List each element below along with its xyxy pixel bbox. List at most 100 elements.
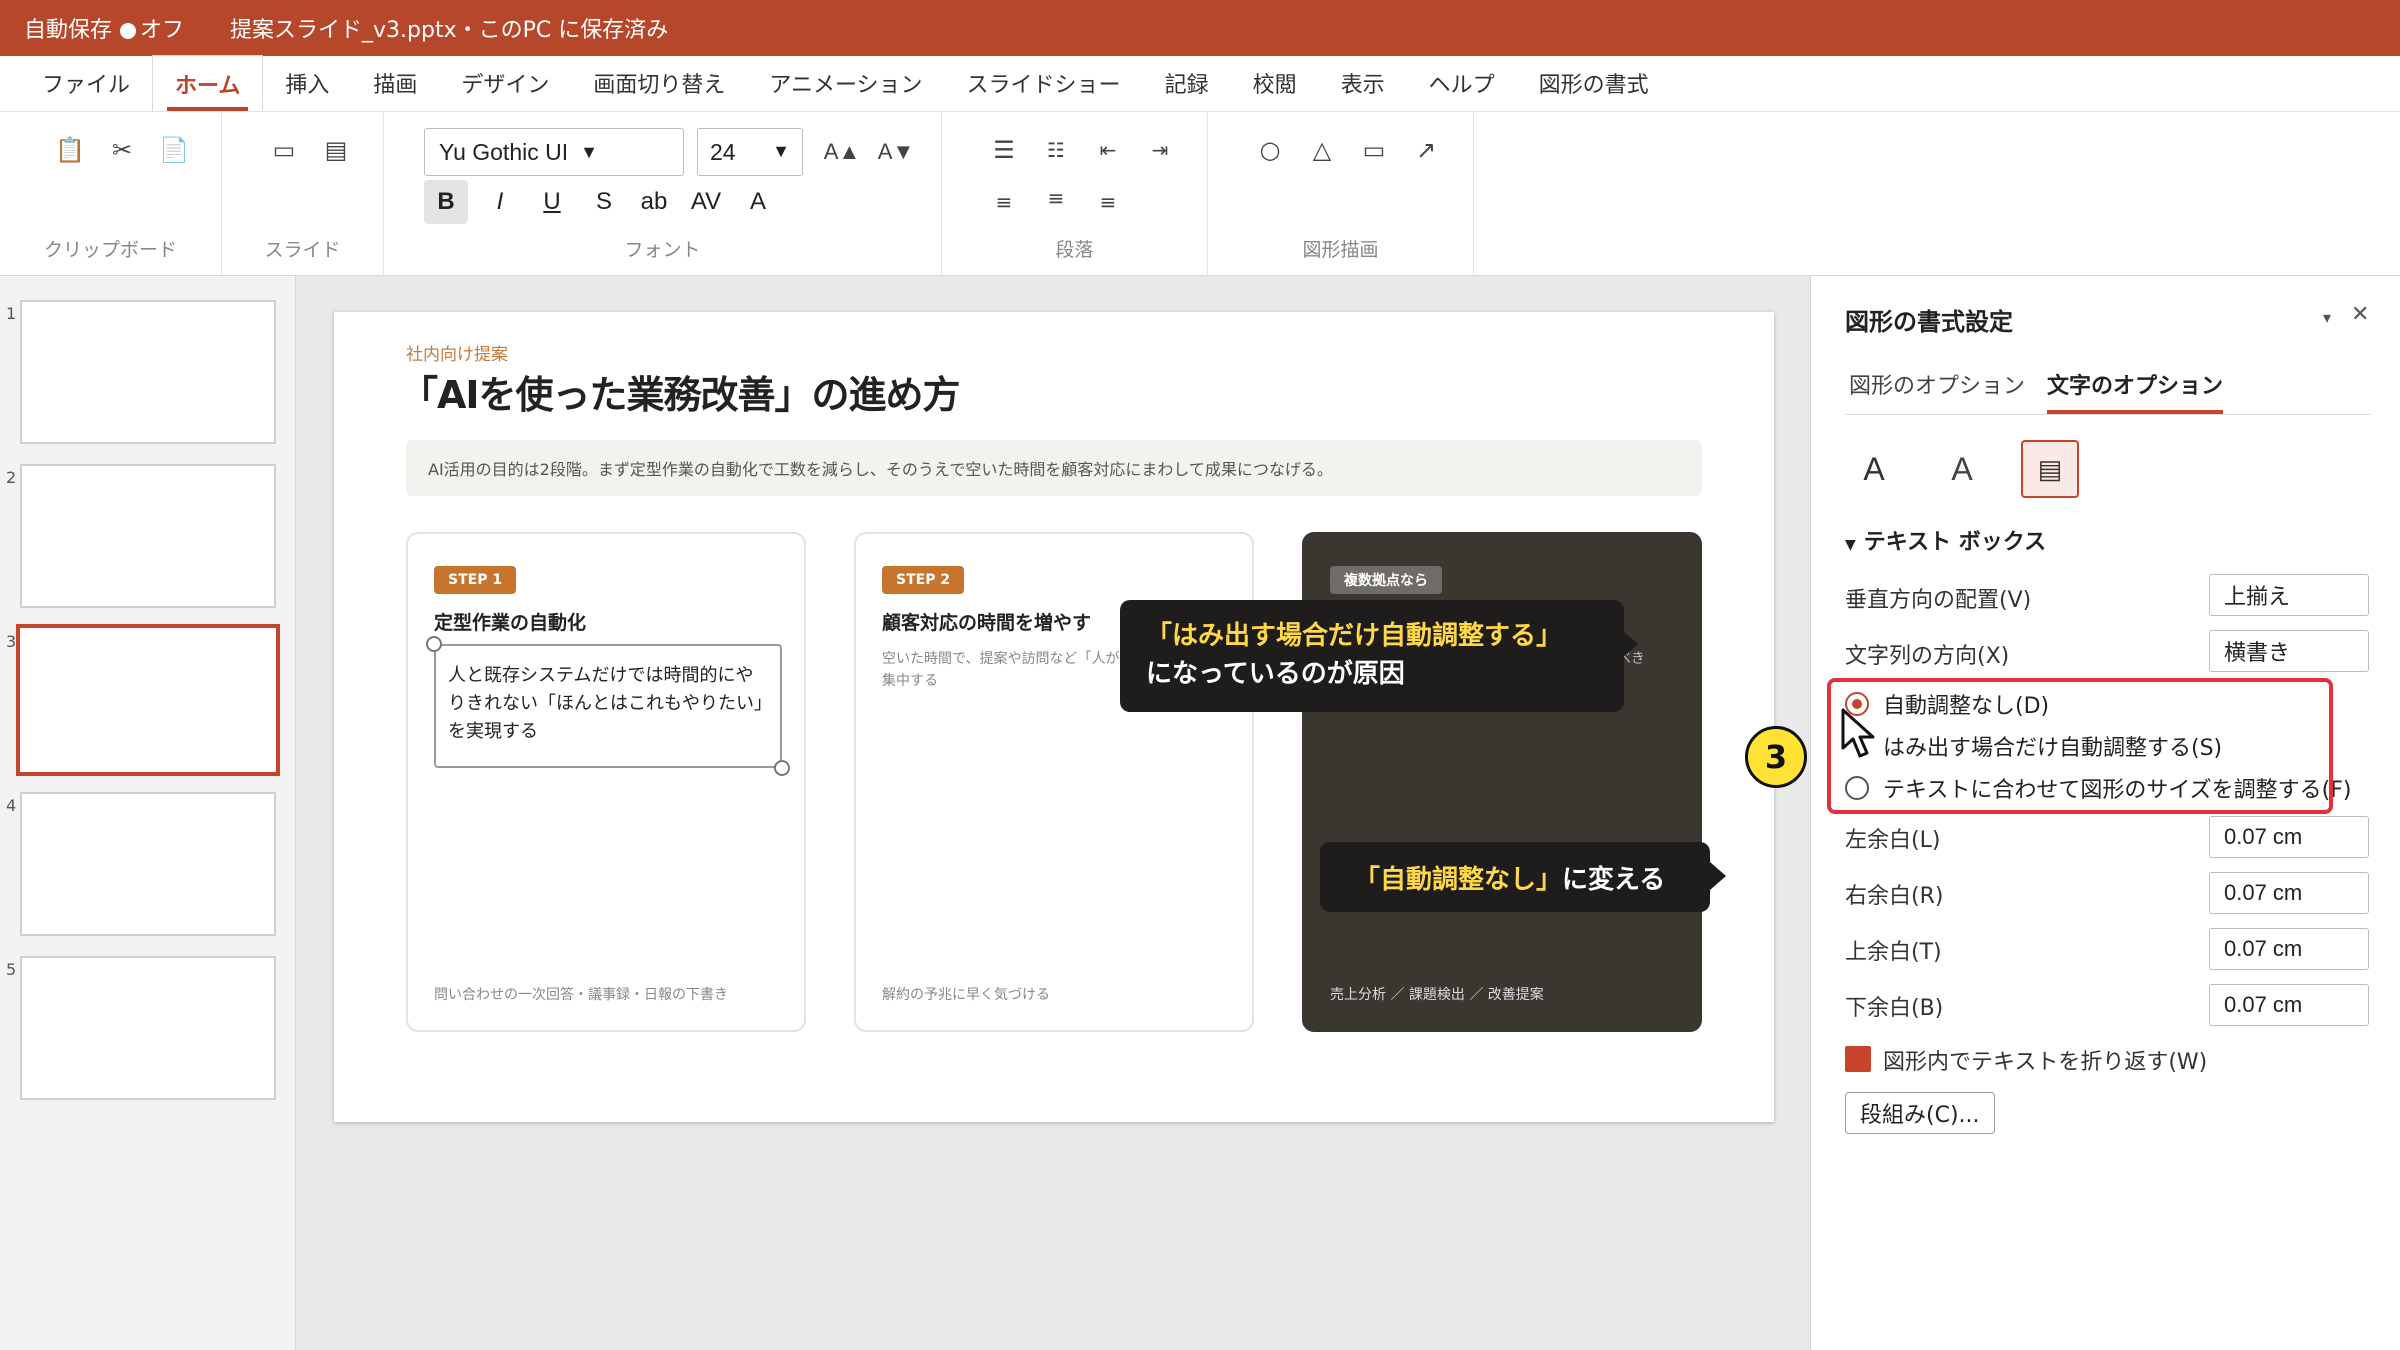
vertical-align-label: 垂直方向の配置(V) [1845, 588, 2032, 613]
bold-button[interactable]: B [424, 180, 468, 224]
textbox-icon[interactable]: ▤ [2021, 440, 2079, 498]
section-text-box[interactable]: ▼ テキスト ボックス [1845, 524, 2046, 556]
group-label-clipboard: クリップボード [43, 239, 177, 261]
title-bar: 自動保存 オフ 提案スライド_v3.pptx・このPC に保存済み [0, 0, 2400, 56]
paste-icon[interactable]: 📋 [50, 130, 90, 170]
margin-right-label: 右余白(R) [1845, 884, 1944, 909]
character-spacing-button[interactable]: AV [684, 180, 728, 224]
tab-draw[interactable]: 描画 [351, 55, 439, 111]
toggle-icon [120, 23, 137, 39]
tab-transitions[interactable]: 画面切り替え [571, 55, 747, 111]
document-title: 提案スライド_v3.pptx・このPC に保存済み [230, 18, 669, 43]
font-size-select[interactable]: 24 ▼ [697, 128, 803, 176]
font-color-button[interactable]: A [736, 180, 780, 224]
resize-handle[interactable] [426, 636, 442, 652]
text-effects-icon[interactable]: A [1933, 440, 1991, 498]
font-name-select[interactable]: Yu Gothic UI ▼ [424, 128, 684, 176]
text-direction-label: 文字列の方向(X) [1845, 644, 2010, 669]
slide-kicker: 社内向け提案 [406, 345, 508, 365]
group-drawing: ○ △ ▭ ↗ 図形描画 [1208, 112, 1474, 276]
step1-card[interactable]: STEP 1 定型作業の自動化 人と既存システムだけでは時間的にやりきれない「ほ… [406, 532, 806, 1032]
tab-shape-format[interactable]: 図形の書式 [1517, 55, 1671, 111]
step-badge: STEP 2 [882, 566, 965, 594]
thumbnail-number: 3 [6, 632, 17, 651]
card-title: 顧客対応の時間を増やす [882, 612, 1092, 634]
layout-icon[interactable]: ▤ [316, 130, 356, 170]
numbering-icon[interactable]: ☷ [1036, 130, 1076, 170]
card-footer: 問い合わせの一次回答・議事録・日報の下書き [434, 987, 728, 1003]
tab-file[interactable]: ファイル [20, 55, 152, 111]
group-slides: ▭ ▤ スライド [222, 112, 384, 276]
text-fill-icon[interactable]: A [1845, 440, 1903, 498]
slide-thumbnail[interactable] [20, 792, 276, 936]
decrease-indent-icon[interactable]: ⇤ [1088, 130, 1128, 170]
slide-thumbnail[interactable] [20, 956, 276, 1100]
grow-font-button[interactable]: A▲ [816, 132, 868, 172]
tab-home[interactable]: ホーム [152, 55, 264, 111]
ribbon: 📋 ✂ 📄 クリップボード ▭ ▤ スライド フォント Yu Gothic UI… [0, 112, 2400, 276]
tab-insert[interactable]: 挿入 [263, 55, 351, 111]
selected-text-box[interactable]: 人と既存システムだけでは時間的にやりきれない「ほんとはこれもやりたい」を実現する [434, 644, 782, 768]
tab-record[interactable]: 記録 [1143, 55, 1231, 111]
change-case-button[interactable]: ab [632, 180, 676, 224]
vertical-align-select[interactable]: 上揃え [2209, 574, 2369, 616]
thumbnail-number: 2 [6, 468, 17, 487]
resize-handle[interactable] [774, 760, 790, 776]
cut-icon[interactable]: ✂ [102, 130, 142, 170]
margin-right-input[interactable]: 0.07 cm [2209, 872, 2369, 914]
oval-shape-icon[interactable]: ○ [1250, 130, 1290, 170]
font-size-value: 24 [710, 138, 736, 165]
slide-thumbnail-pane: 1 2 3 4 5 [0, 276, 296, 1350]
align-center-icon[interactable]: ≡ [1036, 178, 1076, 218]
columns-button[interactable]: 段組み(C)... [1845, 1092, 1995, 1134]
tab-help[interactable]: ヘルプ [1407, 55, 1517, 111]
triangle-shape-icon[interactable]: △ [1302, 130, 1342, 170]
rectangle-shape-icon[interactable]: ▭ [1354, 130, 1394, 170]
pane-options-icon[interactable]: ▾ [2323, 308, 2331, 327]
slide-lead[interactable]: AI活用の目的は2段階。まず定型作業の自動化で工数を減らし、そのうえで空いた時間… [406, 440, 1702, 496]
mouse-cursor-icon [1841, 708, 1875, 758]
text-direction-select[interactable]: 横書き [2209, 630, 2369, 672]
tab-review[interactable]: 校閲 [1231, 55, 1319, 111]
tab-shape-options[interactable]: 図形のオプション [1849, 368, 2025, 410]
tab-view[interactable]: 表示 [1319, 55, 1407, 111]
tab-animations[interactable]: アニメーション [747, 55, 944, 111]
group-label-drawing: 図形描画 [1302, 239, 1379, 261]
arrow-shape-icon[interactable]: ↗ [1406, 130, 1446, 170]
margin-top-input[interactable]: 0.07 cm [2209, 928, 2369, 970]
card-description: 空いた時間で、提案や訪問など「人が集中する [882, 651, 1120, 690]
callout-text: になっているのが原因 [1146, 659, 1405, 689]
slide-thumbnail[interactable] [20, 464, 276, 608]
shrink-font-button[interactable]: A▼ [870, 132, 922, 172]
slide-title[interactable]: 「AIを使った業務改善」の進め方 [400, 364, 961, 419]
tab-text-options[interactable]: 文字のオプション [2047, 368, 2224, 414]
increase-indent-icon[interactable]: ⇥ [1140, 130, 1180, 170]
wrap-text-checkbox[interactable] [1845, 1046, 1871, 1072]
tab-design[interactable]: デザイン [439, 55, 571, 111]
slide[interactable]: 社内向け提案 「AIを使った業務改善」の進め方 AI活用の目的は2段階。まず定型… [334, 312, 1774, 1122]
align-left-icon[interactable]: ≡ [984, 182, 1024, 222]
strikethrough-button[interactable]: S [582, 180, 626, 224]
slide-thumbnail[interactable] [20, 300, 276, 444]
close-icon[interactable]: ✕ [2351, 302, 2369, 327]
italic-button[interactable]: I [478, 180, 522, 224]
chevron-down-icon: ▼ [772, 141, 790, 161]
slide-thumbnail-selected[interactable] [16, 624, 280, 776]
copy-icon[interactable]: 📄 [154, 130, 194, 170]
font-name-value: Yu Gothic UI [439, 138, 569, 165]
tab-slideshow[interactable]: スライドショー [945, 55, 1143, 111]
margin-left-input[interactable]: 0.07 cm [2209, 816, 2369, 858]
group-label-font: フォント [624, 239, 701, 261]
ribbon-tabs: ファイル ホーム 挿入 描画 デザイン 画面切り替え アニメーション スライドシ… [0, 55, 2400, 112]
margin-bottom-label: 下余白(B) [1845, 996, 1944, 1021]
new-slide-icon[interactable]: ▭ [264, 130, 304, 170]
callout-line: 「自動調整なし」に変える [1354, 859, 1686, 896]
align-right-icon[interactable]: ≡ [1088, 182, 1128, 222]
card-badge: 複数拠点なら [1330, 566, 1442, 594]
underline-button[interactable]: U [530, 180, 574, 224]
bullets-icon[interactable]: ☰ [984, 130, 1024, 170]
margin-bottom-input[interactable]: 0.07 cm [2209, 984, 2369, 1026]
step-badge: STEP 1 [434, 566, 517, 594]
format-shape-pane: 図形の書式設定 ▾ ✕ 図形のオプション 文字のオプション A A ▤ ▼ テキス… [1745, 276, 2400, 1350]
autosave-toggle[interactable]: 自動保存 オフ [24, 12, 184, 44]
